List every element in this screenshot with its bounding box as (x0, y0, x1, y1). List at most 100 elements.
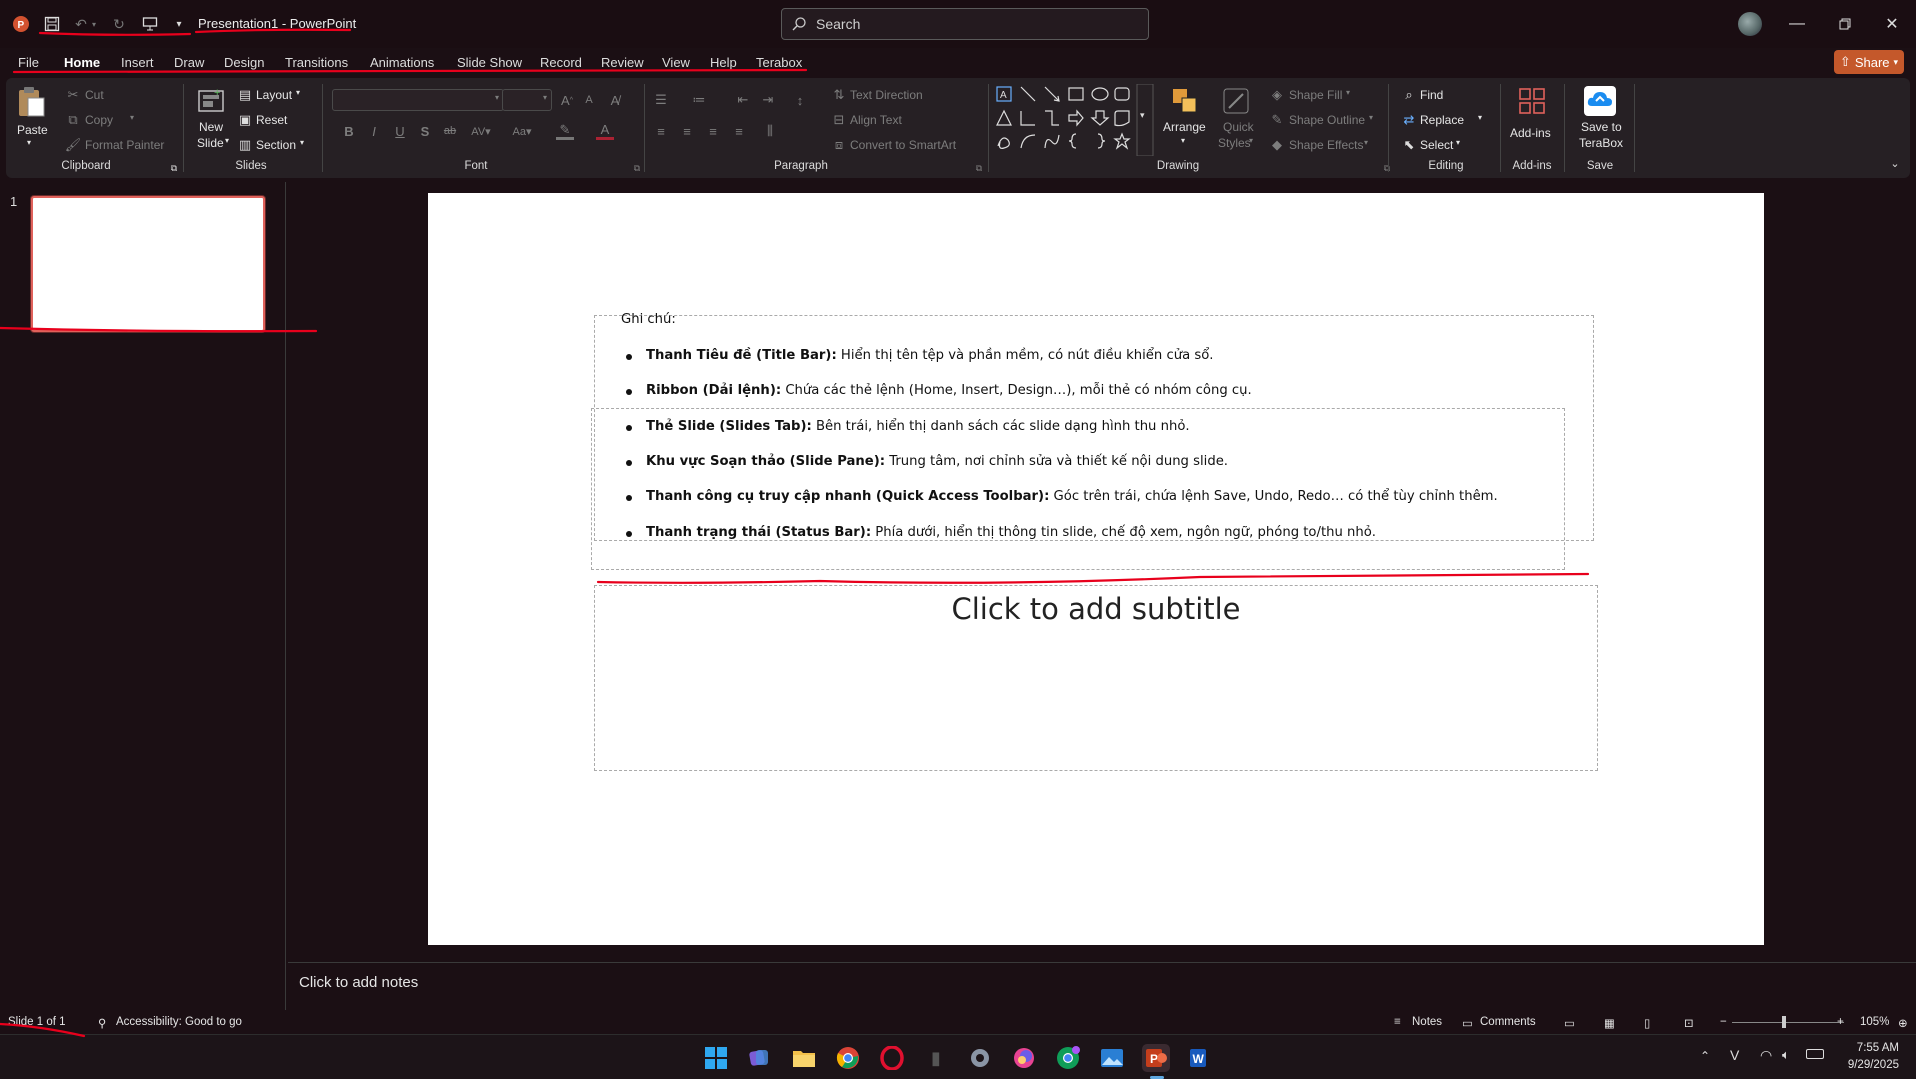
close-icon[interactable]: ✕ (1872, 10, 1912, 38)
widgets-icon[interactable] (745, 1044, 773, 1072)
find-icon[interactable]: ⌕ (1400, 86, 1418, 104)
tab-file[interactable]: File (18, 55, 39, 70)
notes-icon[interactable]: ≡ (1394, 1016, 1401, 1028)
shape-effects-dropdown-icon[interactable]: ▾ (1364, 138, 1368, 147)
text-direction-icon[interactable]: ⇅ (830, 86, 848, 104)
tab-home[interactable]: Home (64, 55, 100, 70)
underline-icon[interactable]: U (391, 122, 409, 140)
collapse-ribbon-icon[interactable]: ⌄ (1886, 154, 1904, 172)
shape-fill-dropdown-icon[interactable]: ▾ (1346, 88, 1350, 97)
settings-icon[interactable] (966, 1044, 994, 1072)
character-spacing-icon[interactable]: AV▾ (468, 122, 494, 140)
select-label[interactable]: Select (1420, 138, 1453, 152)
accessibility-icon[interactable]: ⚲ (98, 1016, 106, 1030)
align-right-icon[interactable]: ≡ (704, 122, 722, 140)
opera-icon[interactable] (878, 1044, 906, 1072)
drawing-launcher-icon[interactable]: ⧉ (1378, 159, 1396, 177)
tab-transitions[interactable]: Transitions (285, 55, 348, 70)
wifi-icon[interactable]: ◠ (1760, 1047, 1772, 1064)
shape-outline-label[interactable]: Shape Outline (1289, 113, 1365, 127)
notes-toggle[interactable]: Notes (1412, 1016, 1442, 1028)
reset-label[interactable]: Reset (256, 113, 287, 127)
section-icon[interactable]: ▥ (236, 136, 254, 154)
tab-review[interactable]: Review (601, 55, 644, 70)
shapes-gallery[interactable]: A ▾ (994, 84, 1154, 156)
align-text-icon[interactable]: ⊟ (830, 111, 848, 129)
clipboard-launcher-icon[interactable]: ⧉ (165, 159, 183, 177)
copy-icon[interactable]: ⧉ (64, 111, 82, 129)
tab-insert[interactable]: Insert (121, 55, 154, 70)
accessibility-status[interactable]: Accessibility: Good to go (116, 1016, 242, 1028)
layout-label[interactable]: Layout (256, 88, 292, 102)
clock-date[interactable]: 9/29/2025 (1838, 1059, 1899, 1071)
paragraph-launcher-icon[interactable]: ⧉ (970, 159, 988, 177)
new-slide-button[interactable]: + New Slide ▾ (192, 86, 232, 161)
save-icon[interactable] (41, 12, 63, 36)
redo-icon[interactable]: ↻ (108, 12, 130, 36)
replace-icon[interactable]: ⇄ (1400, 111, 1418, 129)
layout-dropdown-icon[interactable]: ▾ (296, 88, 300, 97)
cut-icon[interactable]: ✂ (64, 86, 82, 104)
bold-icon[interactable]: B (340, 122, 358, 140)
justify-icon[interactable]: ≡ (730, 122, 748, 140)
vpn-icon[interactable]: V (1730, 1047, 1739, 1063)
tab-design[interactable]: Design (224, 55, 264, 70)
photos-icon[interactable] (1098, 1044, 1126, 1072)
change-case-icon[interactable]: Aa▾ (509, 122, 535, 140)
reading-view-icon[interactable]: ▯ (1644, 1016, 1650, 1030)
increase-indent-icon[interactable]: ⇥ (759, 91, 777, 109)
zoom-slider-thumb[interactable] (1782, 1016, 1786, 1028)
zoom-slider[interactable] (1732, 1022, 1844, 1023)
tab-draw[interactable]: Draw (174, 55, 204, 70)
zoom-level[interactable]: 105% (1860, 1016, 1889, 1028)
increase-font-icon[interactable]: A ^ (558, 91, 576, 109)
section-label[interactable]: Section (256, 138, 296, 152)
arrange-button[interactable]: Arrange ▾ (1162, 86, 1208, 156)
cut-label[interactable]: Cut (85, 88, 104, 102)
copy-dropdown-icon[interactable]: ▾ (130, 113, 134, 122)
replace-dropdown-icon[interactable]: ▾ (1478, 113, 1482, 122)
align-center-icon[interactable]: ≡ (678, 122, 696, 140)
tab-record[interactable]: Record (540, 55, 582, 70)
align-left-icon[interactable]: ≡ (652, 122, 670, 140)
addins-button[interactable]: Add-ins (1508, 86, 1556, 156)
zoom-in-icon[interactable]: + (1837, 1016, 1844, 1028)
zoom-out-icon[interactable]: − (1720, 1016, 1727, 1028)
tab-terabox[interactable]: Terabox (756, 55, 802, 70)
color-app-icon[interactable] (1010, 1044, 1038, 1072)
shape-outline-dropdown-icon[interactable]: ▾ (1369, 113, 1373, 122)
notes-pane[interactable]: Click to add notes (288, 962, 1916, 1010)
slideshow-view-icon[interactable]: ⊡ (1684, 1016, 1694, 1030)
bullets-icon[interactable]: ☰ (652, 91, 670, 109)
paste-button[interactable]: Paste ▾ (16, 86, 48, 156)
align-text-label[interactable]: Align Text (850, 113, 902, 127)
volume-icon[interactable]: 🔈︎ (1782, 1047, 1790, 1063)
comments-toggle[interactable]: Comments (1480, 1016, 1536, 1028)
avatar[interactable] (1738, 12, 1762, 36)
minimize-icon[interactable]: — (1777, 10, 1817, 38)
comments-icon[interactable]: ▭ (1462, 1016, 1473, 1030)
slide-canvas[interactable]: Ghi chú: (428, 193, 1764, 945)
present-icon[interactable] (139, 12, 161, 36)
tab-view[interactable]: View (662, 55, 690, 70)
smartart-label[interactable]: Convert to SmartArt (850, 138, 956, 152)
decrease-indent-icon[interactable]: ⇤ (734, 91, 752, 109)
shape-fill-label[interactable]: Shape Fill (1289, 88, 1342, 102)
shape-outline-icon[interactable]: ✎ (1268, 111, 1286, 129)
select-dropdown-icon[interactable]: ▾ (1456, 138, 1460, 147)
tab-help[interactable]: Help (710, 55, 737, 70)
chrome-icon[interactable] (834, 1044, 862, 1072)
strikethrough-icon[interactable]: ab (441, 122, 459, 140)
format-painter-icon[interactable]: 🖌 (64, 136, 82, 154)
copy-label[interactable]: Copy (85, 113, 113, 127)
section-dropdown-icon[interactable]: ▾ (300, 138, 304, 147)
font-name-box[interactable]: ▾ (332, 89, 504, 111)
reset-icon[interactable]: ▣ (236, 111, 254, 129)
select-icon[interactable]: ⬉ (1400, 136, 1418, 154)
font-color-icon[interactable]: A (596, 122, 614, 140)
slide-thumbnail[interactable] (31, 196, 265, 332)
word-taskbar-icon[interactable]: W (1186, 1044, 1214, 1072)
font-size-box[interactable]: ▾ (502, 89, 552, 111)
save-to-terabox-button[interactable]: Save to TeraBox (1572, 86, 1628, 156)
windows-start-icon[interactable] (702, 1044, 730, 1072)
